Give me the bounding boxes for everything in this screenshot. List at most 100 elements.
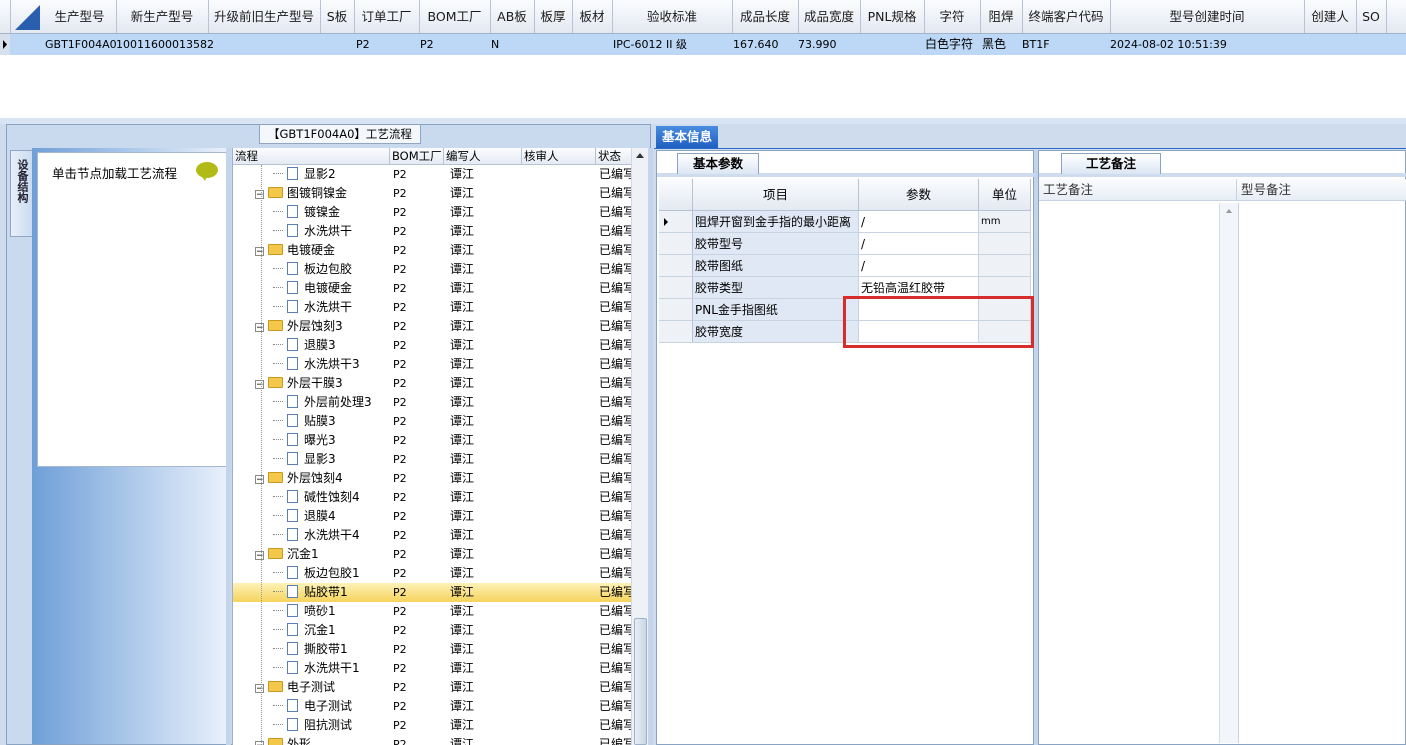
process-tree[interactable]: 流程 BOM工厂 编写人 核审人 状态 显影2 P2 谭江 已编写 − 图镀铜镍金 P2 谭江…: [232, 148, 648, 745]
tree-header-flow[interactable]: 流程: [233, 148, 390, 164]
tree-folder-node[interactable]: − 外层干膜3 P2 谭江 已编写: [233, 374, 635, 393]
row-header[interactable]: [659, 255, 693, 277]
left-vertical-splitter[interactable]: [226, 148, 231, 745]
tree-folder-node[interactable]: − 沉金1 P2 谭江 已编写: [233, 545, 635, 564]
row-header[interactable]: [659, 321, 693, 343]
header-model[interactable]: 生产型号: [43, 0, 117, 33]
tree-folder-node[interactable]: − 外形 P2 谭江 已编写: [233, 735, 635, 745]
cell-ab-board[interactable]: N: [491, 34, 499, 55]
collapse-icon[interactable]: −: [255, 684, 264, 694]
tab-process-notes[interactable]: 工艺备注: [1061, 153, 1161, 174]
tree-scrollbar[interactable]: [631, 148, 648, 745]
scroll-up-icon[interactable]: [1220, 203, 1238, 217]
tree-step-node[interactable]: 水洗烘干 P2 谭江 已编写: [233, 222, 635, 241]
collapse-icon[interactable]: −: [255, 190, 264, 200]
header-creator[interactable]: 创建人: [1304, 0, 1357, 33]
scroll-up-icon[interactable]: [632, 148, 648, 162]
header-new-model[interactable]: 新生产型号: [116, 0, 209, 33]
header-length[interactable]: 成品长度: [732, 0, 799, 33]
scrollbar-thumb[interactable]: [634, 618, 647, 745]
tree-step-node[interactable]: 撕胶带1 P2 谭江 已编写: [233, 640, 635, 659]
tree-step-node[interactable]: 显影2 P2 谭江 已编写: [233, 165, 635, 184]
tree-folder-node[interactable]: − 电子测试 P2 谭江 已编写: [233, 678, 635, 697]
notes-header-model[interactable]: 型号备注: [1237, 179, 1406, 201]
header-customer[interactable]: 终端客户代码: [1022, 0, 1111, 33]
params-header-item[interactable]: 项目: [693, 179, 859, 211]
param-value[interactable]: /: [859, 233, 979, 255]
tree-step-node[interactable]: 喷砂1 P2 谭江 已编写: [233, 602, 635, 621]
cell-char[interactable]: 白色字符: [925, 34, 973, 55]
collapse-icon[interactable]: −: [255, 475, 264, 485]
params-row[interactable]: 胶带图纸 /: [659, 255, 1031, 277]
tree-header-bom[interactable]: BOM工厂: [390, 148, 444, 164]
header-solder[interactable]: 阻焊: [980, 0, 1023, 33]
param-value[interactable]: /: [859, 211, 979, 233]
params-header-unit[interactable]: 单位: [979, 179, 1031, 211]
tree-step-node[interactable]: 碱性蚀刻4 P2 谭江 已编写: [233, 488, 635, 507]
header-standard[interactable]: 验收标准: [612, 0, 733, 33]
header-s-board[interactable]: S板: [320, 0, 355, 33]
tree-step-node[interactable]: 阻抗测试 P2 谭江 已编写: [233, 716, 635, 735]
tree-step-node[interactable]: 水洗烘干1 P2 谭江 已编写: [233, 659, 635, 678]
param-unit[interactable]: [979, 255, 1031, 277]
cell-solder[interactable]: 黑色: [982, 34, 1006, 55]
param-value[interactable]: /: [859, 255, 979, 277]
cell-created[interactable]: 2024-08-02 10:51:39: [1110, 34, 1227, 55]
tab-equipment-structure[interactable]: 设备结构: [10, 150, 33, 237]
collapse-icon[interactable]: −: [255, 380, 264, 390]
table-row[interactable]: GBT1F004A0 10011600013582 P2 P2 N IPC-60…: [0, 34, 1406, 55]
header-width[interactable]: 成品宽度: [798, 0, 861, 33]
tree-step-node[interactable]: 板边包胶1 P2 谭江 已编写: [233, 564, 635, 583]
tab-basic-params[interactable]: 基本参数: [677, 153, 759, 174]
param-unit[interactable]: [979, 233, 1031, 255]
row-header[interactable]: [659, 299, 693, 321]
tab-basic-info[interactable]: 基本信息: [656, 126, 719, 148]
tree-step-node[interactable]: 外层前处理3 P2 谭江 已编写: [233, 393, 635, 412]
header-char[interactable]: 字符: [924, 0, 981, 33]
tree-step-node[interactable]: 电子测试 P2 谭江 已编写: [233, 697, 635, 716]
cell-new-model[interactable]: 10011600013582: [116, 34, 214, 55]
header-bom-factory[interactable]: BOM工厂: [419, 0, 491, 33]
cell-order-factory[interactable]: P2: [356, 34, 370, 55]
cell-width[interactable]: 73.990: [798, 34, 837, 55]
tree-step-node[interactable]: 水洗烘干4 P2 谭江 已编写: [233, 526, 635, 545]
tree-header-status[interactable]: 状态: [596, 148, 633, 164]
tree-folder-node[interactable]: − 外层蚀刻4 P2 谭江 已编写: [233, 469, 635, 488]
tree-step-node[interactable]: 退膜4 P2 谭江 已编写: [233, 507, 635, 526]
tree-folder-node[interactable]: − 电镀硬金 P2 谭江 已编写: [233, 241, 635, 260]
row-header[interactable]: [659, 211, 693, 233]
tree-step-node[interactable]: 显影3 P2 谭江 已编写: [233, 450, 635, 469]
tree-step-node[interactable]: 水洗烘干 P2 谭江 已编写: [233, 298, 635, 317]
tree-header-reviewer[interactable]: 核审人: [522, 148, 596, 164]
tree-step-node[interactable]: 曝光3 P2 谭江 已编写: [233, 431, 635, 450]
row-header[interactable]: [659, 233, 693, 255]
notes-scrollbar[interactable]: [1219, 203, 1239, 743]
header-so[interactable]: SO: [1356, 0, 1387, 33]
tree-header-author[interactable]: 编写人: [444, 148, 522, 164]
cell-model[interactable]: GBT1F004A0: [45, 34, 117, 55]
collapse-icon[interactable]: −: [255, 741, 264, 745]
collapse-icon[interactable]: −: [255, 247, 264, 257]
grid-corner[interactable]: [10, 0, 43, 33]
tree-step-node[interactable]: 水洗烘干3 P2 谭江 已编写: [233, 355, 635, 374]
header-material[interactable]: 板材: [572, 0, 613, 33]
tree-step-node[interactable]: 镀镍金 P2 谭江 已编写: [233, 203, 635, 222]
tree-folder-node[interactable]: − 图镀铜镍金 P2 谭江 已编写: [233, 184, 635, 203]
tree-folder-node[interactable]: − 外层蚀刻3 P2 谭江 已编写: [233, 317, 635, 336]
params-row[interactable]: 胶带型号 /: [659, 233, 1031, 255]
params-row[interactable]: 阻焊开窗到金手指的最小距离 / mm: [659, 211, 1031, 233]
tree-step-node[interactable]: 退膜3 P2 谭江 已编写: [233, 336, 635, 355]
middle-vertical-splitter[interactable]: [648, 148, 653, 745]
param-unit[interactable]: mm: [979, 211, 1031, 233]
header-created[interactable]: 型号创建时间: [1110, 0, 1305, 33]
header-thickness[interactable]: 板厚: [534, 0, 573, 33]
params-header-value[interactable]: 参数: [859, 179, 979, 211]
header-order-factory[interactable]: 订单工厂: [354, 0, 420, 33]
row-header[interactable]: [659, 277, 693, 299]
cell-standard[interactable]: IPC-6012 II 级: [613, 34, 687, 55]
tree-step-node[interactable]: 板边包胶 P2 谭江 已编写: [233, 260, 635, 279]
collapse-icon[interactable]: −: [255, 323, 264, 333]
collapse-icon[interactable]: −: [255, 551, 264, 561]
header-pnl[interactable]: PNL规格: [860, 0, 925, 33]
cell-customer[interactable]: BT1F: [1022, 34, 1050, 55]
